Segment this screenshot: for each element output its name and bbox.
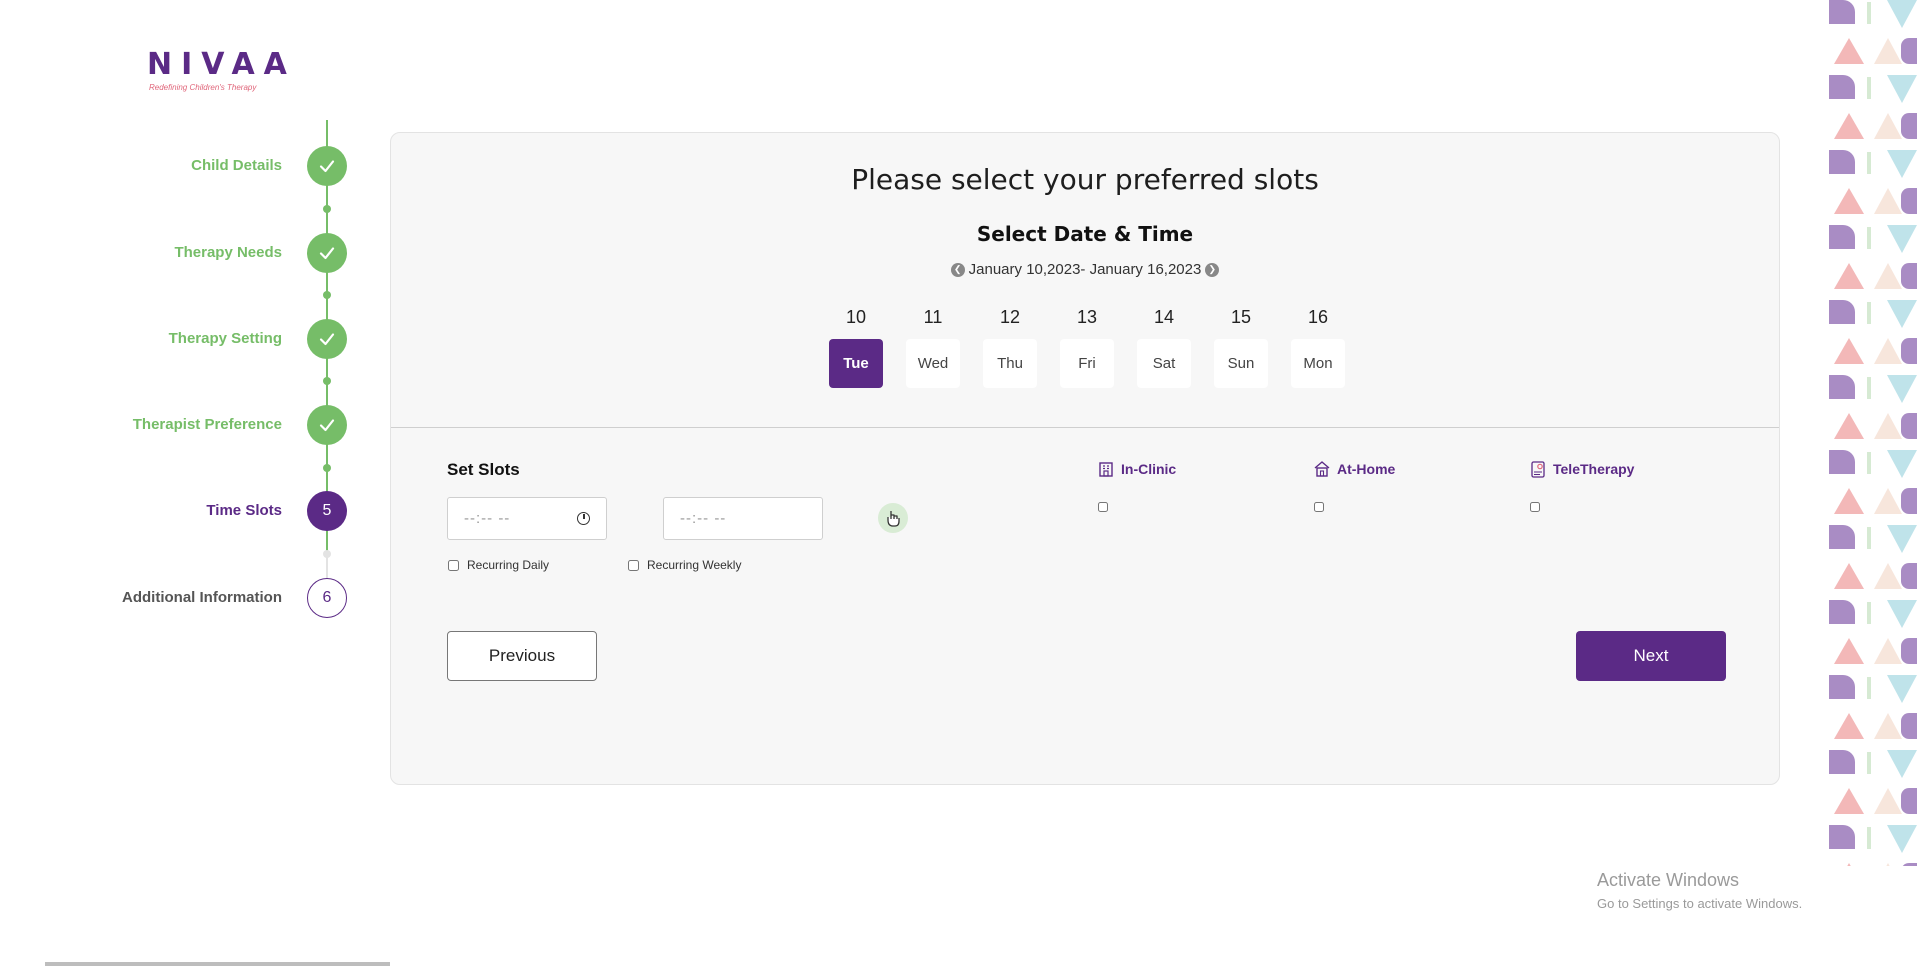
check-icon: [307, 146, 347, 186]
chevron-right-icon[interactable]: ❯: [1205, 262, 1220, 277]
start-time-placeholder: --:-- --: [464, 510, 511, 527]
teletherapy-option[interactable]: [1530, 499, 1540, 517]
recurring-weekly-option[interactable]: Recurring Weekly: [628, 558, 741, 572]
check-icon: [307, 233, 347, 273]
day-number: 14: [1153, 307, 1175, 327]
page-title: Please select your preferred slots: [851, 163, 1319, 196]
check-icon: [307, 319, 347, 359]
day-number: 11: [923, 307, 943, 327]
previous-button[interactable]: Previous: [447, 631, 597, 681]
clock-icon[interactable]: [577, 512, 590, 525]
activate-windows-watermark: Activate Windows Go to Settings to activ…: [1597, 870, 1802, 911]
stepper-dot: [323, 464, 331, 472]
section-title: Select Date & Time: [976, 222, 1194, 246]
day-number: 15: [1230, 307, 1252, 327]
teletherapy-icon: [1529, 460, 1547, 478]
day-item: 13 Fri: [1060, 305, 1114, 388]
mode-label: At-Home: [1337, 461, 1396, 477]
taskbar-strip: [45, 962, 390, 966]
end-time-input[interactable]: --:-- --: [663, 497, 823, 540]
recurring-daily-label: Recurring Daily: [467, 558, 550, 572]
step-label: Therapy Setting: [168, 330, 282, 347]
step-label: Additional Information: [122, 589, 282, 606]
section-divider: [391, 427, 1779, 428]
step-therapy-needs[interactable]: Therapy Needs: [0, 233, 347, 273]
clinic-building-icon: [1097, 460, 1115, 478]
day-item: 12 Thu: [983, 305, 1037, 388]
step-label: Therapist Preference: [132, 416, 282, 433]
stepper-dot: [323, 377, 331, 385]
end-time-placeholder: --:-- --: [680, 510, 727, 527]
brand-tagline: Redefining Children's Therapy: [149, 83, 257, 92]
mode-teletherapy: TeleTherapy: [1529, 460, 1634, 478]
day-picker: 10 Tue 11 Wed 12 Thu 13 Fri 14 Sat 15 Su…: [829, 305, 1345, 388]
at-home-option[interactable]: [1314, 499, 1324, 517]
in-clinic-checkbox[interactable]: [1098, 502, 1108, 512]
recurring-weekly-label: Recurring Weekly: [647, 558, 742, 572]
stepper-dot: [323, 291, 331, 299]
watermark-title: Activate Windows: [1597, 870, 1740, 890]
day-number: 12: [999, 307, 1021, 327]
home-icon: [1313, 460, 1331, 478]
step-label: Therapy Needs: [174, 244, 282, 261]
day-item: 15 Sun: [1214, 305, 1268, 388]
decorative-pattern: [1829, 0, 1917, 866]
chevron-left-icon[interactable]: ❮: [950, 262, 965, 277]
day-number: 10: [845, 307, 867, 327]
step-child-details[interactable]: Child Details: [0, 146, 347, 186]
slot-selection-card: Please select your preferred slots Selec…: [390, 132, 1780, 785]
in-clinic-option[interactable]: [1098, 499, 1108, 517]
brand-name: NIVAA: [147, 47, 296, 82]
recurring-weekly-checkbox[interactable]: [628, 559, 639, 571]
next-button[interactable]: Next: [1576, 631, 1726, 681]
step-time-slots[interactable]: Time Slots 5: [0, 491, 347, 531]
date-range-nav: ❮ January 10,2023- January 16,2023 ❯: [391, 261, 1779, 278]
step-therapist-preference[interactable]: Therapist Preference: [0, 405, 347, 445]
day-number: 13: [1076, 307, 1098, 327]
at-home-checkbox[interactable]: [1314, 502, 1324, 512]
mode-label: TeleTherapy: [1553, 461, 1635, 477]
day-item: 10 Tue: [829, 305, 883, 388]
mode-label: In-Clinic: [1121, 461, 1177, 477]
start-time-input[interactable]: --:-- --: [447, 497, 607, 540]
set-slots-title: Set Slots: [447, 460, 520, 479]
add-slot-icon[interactable]: [878, 503, 908, 533]
day-button-thu[interactable]: Thu: [983, 339, 1037, 388]
mode-in-clinic: In-Clinic: [1097, 460, 1176, 478]
recurring-daily-checkbox[interactable]: [448, 559, 459, 571]
day-button-fri[interactable]: Fri: [1060, 339, 1114, 388]
recurring-daily-option[interactable]: Recurring Daily: [448, 558, 549, 572]
day-button-tue[interactable]: Tue: [829, 339, 883, 388]
stepper-dot: [323, 205, 331, 213]
step-number: 5: [307, 491, 347, 531]
day-number: 16: [1307, 307, 1329, 327]
date-range-label: January 10,2023- January 16,2023: [968, 261, 1202, 278]
check-icon: [307, 405, 347, 445]
watermark-subtitle: Go to Settings to activate Windows.: [1597, 896, 1803, 911]
step-additional-information[interactable]: Additional Information 6: [0, 578, 347, 618]
step-number: 6: [307, 578, 347, 618]
day-button-wed[interactable]: Wed: [906, 339, 960, 388]
day-button-sun[interactable]: Sun: [1214, 339, 1268, 388]
brand-logo: NIVAA Redefining Children's Therapy: [147, 47, 296, 93]
step-therapy-setting[interactable]: Therapy Setting: [0, 319, 347, 359]
day-item: 11 Wed: [906, 305, 960, 388]
step-label: Child Details: [191, 157, 282, 174]
day-button-mon[interactable]: Mon: [1291, 339, 1345, 388]
day-item: 14 Sat: [1137, 305, 1191, 388]
teletherapy-checkbox[interactable]: [1530, 502, 1540, 512]
mode-at-home: At-Home: [1313, 460, 1395, 478]
stepper-dot: [323, 550, 331, 558]
day-button-sat[interactable]: Sat: [1137, 339, 1191, 388]
day-item: 16 Mon: [1291, 305, 1345, 388]
step-label: Time Slots: [206, 502, 282, 519]
